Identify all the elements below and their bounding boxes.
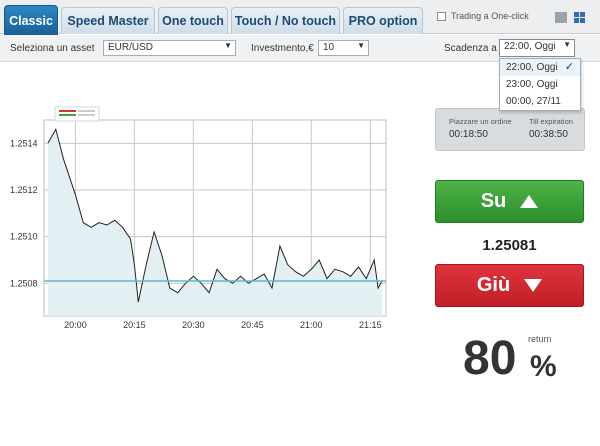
current-price: 1.25081 <box>482 237 537 254</box>
up-label: Su <box>480 190 507 212</box>
expiry-label: Scadenza a <box>444 43 497 54</box>
x-tick-label: 21:15 <box>359 320 382 330</box>
y-tick-label: 1.2508 <box>10 278 38 288</box>
till-expiration-time: 00:38:50 <box>529 129 568 140</box>
x-tick-label: 20:15 <box>123 320 146 330</box>
place-order-time: 00:18:50 <box>449 129 488 140</box>
return-label: return <box>528 334 552 344</box>
expiry-option[interactable]: 23:00, Oggi <box>500 76 580 93</box>
expiry-option[interactable]: 22:00, Oggi ✓ <box>500 59 580 76</box>
expiry-option-label: 23:00, Oggi <box>506 79 558 90</box>
expiry-dropdown-list: 22:00, Oggi ✓ 23:00, Oggi 00:00, 27/11 <box>499 58 581 111</box>
single-view-icon[interactable] <box>555 12 567 23</box>
tab-touch-no-touch[interactable]: Touch / No touch <box>231 7 340 34</box>
investment-select[interactable]: 10 ▼ <box>318 40 369 56</box>
price-chart-svg: 1.2514 1.2512 1.2510 1.2508 20:00 20:15 20:30 2… <box>10 106 387 330</box>
return-unit: % <box>530 350 557 383</box>
asset-select[interactable]: EUR/USD ▼ <box>103 40 236 56</box>
return-value: 80 <box>463 332 517 385</box>
one-click-checkbox[interactable] <box>437 11 446 21</box>
x-tick-label: 20:00 <box>64 320 87 330</box>
one-click-toggle[interactable]: Trading a One-click <box>437 11 529 21</box>
x-tick-label: 21:00 <box>300 320 323 330</box>
chevron-down-icon: ▼ <box>357 41 365 50</box>
x-tick-label: 20:30 <box>182 320 205 330</box>
call-up-button[interactable]: Su <box>435 180 584 223</box>
expiry-value: 22:00, Oggi <box>504 41 556 52</box>
y-tick-label: 1.2512 <box>10 185 38 195</box>
arrow-down-icon <box>524 279 543 292</box>
tab-pro-option[interactable]: PRO option <box>343 7 423 34</box>
tab-speed-master[interactable]: Speed Master <box>61 7 155 34</box>
tab-classic[interactable]: Classic <box>4 5 58 35</box>
y-tick-label: 1.2510 <box>10 232 38 242</box>
expiry-select[interactable]: 22:00, Oggi ▼ <box>499 39 575 57</box>
price-chart: 1.2514 1.2512 1.2510 1.2508 20:00 20:15 20:30 2… <box>0 63 420 446</box>
tab-bar: Classic Speed Master One touch Touch / N… <box>0 0 600 35</box>
asset-label: Seleziona un asset <box>10 43 95 54</box>
tab-one-touch[interactable]: One touch <box>158 7 228 34</box>
expiry-option-label: 00:00, 27/11 <box>506 96 561 107</box>
investment-value: 10 <box>323 42 335 53</box>
y-tick-label: 1.2514 <box>10 138 38 148</box>
chevron-down-icon: ▼ <box>563 40 571 49</box>
till-expiration-label: Till expiration <box>529 117 573 126</box>
check-icon: ✓ <box>564 61 574 73</box>
arrow-up-icon <box>520 195 539 208</box>
down-label: Giù <box>476 274 511 296</box>
expiry-option[interactable]: 00:00, 27/11 <box>500 93 580 110</box>
put-down-button[interactable]: Giù <box>435 264 584 307</box>
investment-label: Investmento,€ <box>251 43 314 54</box>
x-tick-label: 20:45 <box>241 320 264 330</box>
expiry-option-label: 22:00, Oggi <box>506 62 558 73</box>
place-order-label: Piazzare un ordine <box>449 117 512 126</box>
grid-view-icon[interactable] <box>574 12 586 23</box>
asset-value: EUR/USD <box>108 42 154 53</box>
one-click-label: Trading a One-click <box>451 11 529 21</box>
chevron-down-icon: ▼ <box>224 41 232 50</box>
timer-box: Piazzare un ordine 00:18:50 Till expirat… <box>435 108 585 151</box>
